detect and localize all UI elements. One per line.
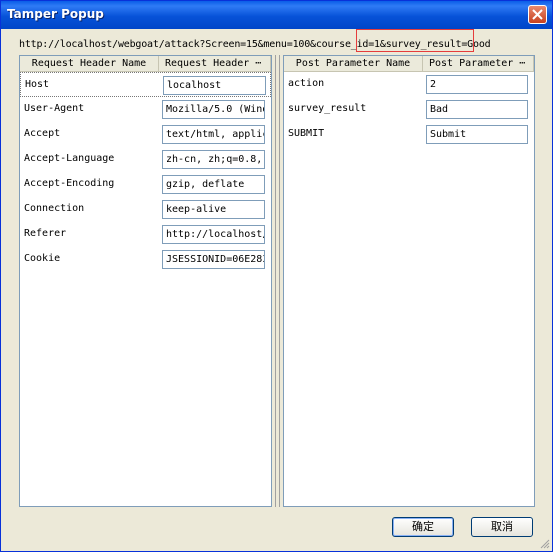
header-value-field[interactable]: Mozilla/5.0 (Wind [162,100,265,119]
param-value-field[interactable]: Bad [426,100,528,119]
param-row[interactable]: SUBMIT Submit [284,122,534,147]
resize-grip-icon[interactable] [539,538,550,549]
header-value-field[interactable]: keep-alive [162,200,265,219]
header-name: Referer [24,228,67,239]
panel-splitter[interactable] [274,55,281,507]
header-name: Host [25,79,50,90]
header-row[interactable]: Accept-Encoding gzip, deflate [20,172,271,197]
param-name: survey_result [288,103,367,114]
header-value-field[interactable]: JSESSIONID=06E283 [162,250,265,269]
header-name: Cookie [24,253,61,264]
header-value-column[interactable]: Request Header ⋯ [159,56,271,72]
title-bar[interactable]: Tamper Popup [1,1,552,29]
header-row[interactable]: Referer http://localhost/ [20,222,271,247]
param-row[interactable]: action 2 [284,72,534,97]
header-value-field[interactable]: zh-cn, zh;q=0.8, en [162,150,265,169]
param-name-column[interactable]: Post Parameter Name [284,56,423,72]
header-row[interactable]: Accept text/html, applica [20,122,271,147]
tamper-popup-window: Tamper Popup http://localhost/webgoat/at… [0,0,553,552]
header-row[interactable]: Cookie JSESSIONID=06E283 [20,247,271,272]
survey-result-highlight [356,29,474,52]
close-button[interactable] [528,5,547,24]
post-parameters-table: Post Parameter Name Post Parameter ⋯ act… [283,55,535,507]
header-row[interactable]: Host localhost [20,72,271,97]
request-headers-table: Request Header Name Request Header ⋯ Hos… [19,55,272,507]
header-name: User-Agent [24,103,85,114]
window-title: Tamper Popup [7,7,104,21]
ok-button[interactable]: 确定 [392,517,454,537]
header-row[interactable]: User-Agent Mozilla/5.0 (Wind [20,97,271,122]
header-name: Accept-Encoding [24,178,115,189]
param-name: action [288,78,325,89]
param-value-field[interactable]: 2 [426,75,528,94]
param-value-field[interactable]: Submit [426,125,528,144]
header-name: Accept-Language [24,153,115,164]
header-value-field[interactable]: localhost [163,76,266,95]
header-row[interactable]: Connection keep-alive [20,197,271,222]
header-value-field[interactable]: text/html, applica [162,125,265,144]
header-value-field[interactable]: http://localhost/ [162,225,265,244]
param-value-column[interactable]: Post Parameter ⋯ [423,56,534,72]
close-icon [532,9,543,20]
header-name: Connection [24,203,85,214]
param-row[interactable]: survey_result Bad [284,97,534,122]
header-name: Accept [24,128,61,139]
param-name: SUBMIT [288,128,325,139]
header-name-column[interactable]: Request Header Name [20,56,159,72]
cancel-button[interactable]: 取消 [471,517,533,537]
header-row[interactable]: Accept-Language zh-cn, zh;q=0.8, en [20,147,271,172]
header-value-field[interactable]: gzip, deflate [162,175,265,194]
